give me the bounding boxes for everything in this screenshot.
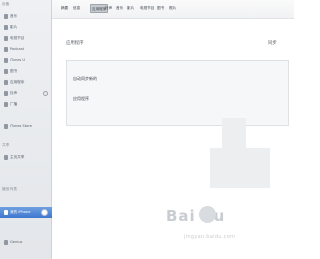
- sidebar-item[interactable]: 电视节目: [0, 33, 52, 44]
- sidebar-group-heading: 播放列表: [2, 187, 18, 191]
- device-tab-bar: 摘要 信息 应用程序 铃声 音乐 影片 电视节目 图书 照片: [52, 0, 294, 19]
- sidebar-item[interactable]: 图书: [0, 66, 52, 77]
- library-icon: [4, 124, 8, 129]
- library-icon: [4, 47, 8, 52]
- library-icon: [4, 210, 8, 215]
- tab-0[interactable]: 摘要: [60, 4, 69, 13]
- sidebar-item[interactable]: Podcast: [0, 44, 52, 55]
- library-icon: [4, 80, 8, 85]
- sidebar-item-label: iTunes Store: [10, 124, 32, 128]
- baidu-watermark: Bai du jingyan.baidu.com: [156, 197, 294, 259]
- tab-7[interactable]: 图书: [156, 4, 165, 13]
- watermark-url: jingyan.baidu.com: [184, 234, 236, 240]
- sidebar-item-label: 影片: [10, 25, 18, 29]
- sidebar-item-label: 主页共享: [10, 155, 25, 159]
- tab-1[interactable]: 信息: [72, 4, 81, 13]
- library-icon: [4, 240, 8, 245]
- panel-line-1[interactable]: 自动同步新的: [73, 76, 97, 82]
- library-icon: [4, 36, 8, 41]
- sidebar-item[interactable]: iTunes U: [0, 55, 52, 66]
- sidebar-item-label: 铃声: [10, 91, 18, 95]
- sidebar-item-label: 广播: [10, 102, 18, 106]
- sidebar-item[interactable]: 应用程序: [0, 77, 52, 88]
- tab-6[interactable]: 电视节目: [139, 4, 155, 13]
- watermark-block: [210, 148, 270, 188]
- sidebar-group-heading: 设备: [2, 2, 10, 6]
- sync-checkbox-label[interactable]: 同步: [268, 40, 277, 46]
- source-list-sidebar: 设备共享播放列表 音乐影片电视节目 Podcast iTunes U 图书应用程序铃声广…: [0, 0, 52, 259]
- baidu-logo: Bai du: [166, 207, 226, 225]
- library-icon: [4, 25, 8, 30]
- settings-panel: 自动同步新的 应用程序: [66, 60, 289, 126]
- section-title: 应用程序: [66, 41, 84, 46]
- library-icon: [4, 58, 8, 63]
- sidebar-item-label: 图书: [10, 69, 18, 73]
- watermark-block: [222, 118, 246, 148]
- sidebar-item[interactable]: 影片: [0, 22, 52, 33]
- library-icon: [4, 102, 8, 107]
- sidebar-item[interactable]: 我的 iPhone: [0, 207, 52, 218]
- library-icon: [4, 91, 8, 96]
- eject-icon[interactable]: [43, 91, 48, 96]
- sidebar-item-label: 我的 iPhone: [10, 210, 31, 214]
- sidebar-item-label: iTunes U: [10, 58, 26, 62]
- sidebar-item-label: Genius: [10, 240, 23, 244]
- library-icon: [4, 69, 8, 74]
- sidebar-item-label: 电视节目: [10, 36, 25, 40]
- tab-4[interactable]: 音乐: [115, 4, 124, 13]
- eject-icon[interactable]: [41, 209, 48, 216]
- sidebar-item-label: 应用程序: [10, 80, 25, 84]
- sidebar-item-label: 音乐: [10, 14, 18, 18]
- sidebar-item[interactable]: 主页共享: [0, 152, 52, 163]
- sidebar-item[interactable]: Genius: [0, 237, 52, 248]
- tab-8[interactable]: 照片: [168, 4, 177, 13]
- tab-5[interactable]: 影片: [126, 4, 135, 13]
- sidebar-group-heading: 共享: [2, 143, 10, 147]
- sidebar-item[interactable]: 音乐: [0, 11, 52, 22]
- tab-3[interactable]: 铃声: [104, 4, 113, 13]
- sidebar-item[interactable]: 广播: [0, 99, 52, 110]
- library-icon: [4, 14, 8, 19]
- library-icon: [4, 155, 8, 160]
- sidebar-item[interactable]: iTunes Store: [0, 121, 52, 132]
- panel-line-2: 应用程序: [73, 96, 89, 101]
- sidebar-item-label: Podcast: [10, 47, 24, 51]
- paw-icon: [199, 206, 216, 223]
